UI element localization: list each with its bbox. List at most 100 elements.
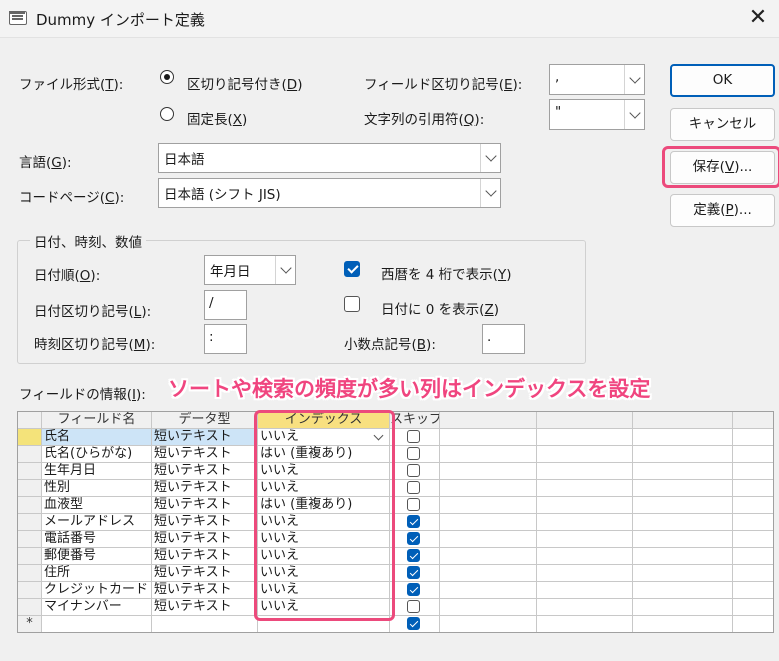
grid-cell-e4[interactable] — [733, 599, 773, 616]
grid-cell-e2[interactable] — [537, 480, 633, 497]
grid-cell-new[interactable] — [633, 616, 733, 632]
skip-checkbox[interactable] — [407, 481, 420, 494]
grid-cell-e4[interactable] — [733, 565, 773, 582]
skip-checkbox[interactable] — [407, 430, 420, 443]
grid-cell-e3[interactable] — [633, 446, 733, 463]
grid-cell-e3[interactable] — [633, 582, 733, 599]
grid-cell-type[interactable]: 短いテキスト — [152, 429, 258, 446]
grid-cell-e2[interactable] — [537, 582, 633, 599]
date-delimiter-input[interactable]: / — [204, 290, 247, 320]
grid-cell-e4[interactable] — [733, 497, 773, 514]
grid-header-e2[interactable] — [537, 412, 633, 429]
grid-cell-skip[interactable] — [390, 565, 440, 582]
grid-cell-e1[interactable] — [440, 497, 537, 514]
grid-cell-new[interactable] — [42, 616, 152, 632]
grid-cell-e3[interactable] — [633, 429, 733, 446]
grid-cell-e3[interactable] — [633, 514, 733, 531]
codepage-combo[interactable]: 日本語 (シフト JIS) — [158, 178, 501, 208]
grid-cell-name[interactable]: メールアドレス — [42, 514, 152, 531]
save-button[interactable]: 保存(V)... — [670, 151, 775, 184]
grid-cell-e2[interactable] — [537, 429, 633, 446]
fixed-width-radio[interactable] — [160, 107, 174, 121]
grid-header-e3[interactable] — [633, 412, 733, 429]
grid-cell-e2[interactable] — [537, 599, 633, 616]
text-qualifier-dropdown[interactable] — [624, 100, 644, 129]
delimited-radio[interactable] — [160, 70, 174, 84]
grid-cell-e3[interactable] — [633, 480, 733, 497]
skip-checkbox[interactable] — [407, 549, 420, 562]
grid-cell-name[interactable]: 血液型 — [42, 497, 152, 514]
skip-checkbox[interactable] — [407, 498, 420, 511]
decimal-symbol-input[interactable]: . — [482, 324, 525, 354]
grid-header-name[interactable]: フィールド名 — [42, 412, 152, 429]
fixed-width-label[interactable]: 固定長(X) — [187, 108, 247, 128]
grid-cell-skip[interactable] — [390, 531, 440, 548]
skip-checkbox[interactable] — [407, 515, 420, 528]
grid-cell-skip[interactable] — [390, 463, 440, 480]
grid-cell-name[interactable]: マイナンバー — [42, 599, 152, 616]
grid-cell-type[interactable]: 短いテキスト — [152, 582, 258, 599]
grid-cell-e4[interactable] — [733, 429, 773, 446]
grid-cell-e4[interactable] — [733, 480, 773, 497]
language-combo[interactable]: 日本語 — [158, 143, 501, 173]
skip-checkbox[interactable] — [407, 600, 420, 613]
grid-cell-new[interactable] — [152, 616, 258, 632]
codepage-dropdown[interactable] — [480, 179, 500, 207]
grid-cell-type[interactable]: 短いテキスト — [152, 463, 258, 480]
grid-cell-type[interactable]: 短いテキスト — [152, 446, 258, 463]
grid-cell-type[interactable]: 短いテキスト — [152, 514, 258, 531]
date-order-combo[interactable]: 年月日 — [204, 255, 296, 285]
grid-header-skip[interactable]: スキップ — [390, 412, 440, 429]
grid-cell-e1[interactable] — [440, 548, 537, 565]
skip-checkbox[interactable] — [407, 464, 420, 477]
field-info-grid[interactable]: フィールド名 データ型 インデックス スキップ 氏名 短いテキスト いいえ 氏名(ひらがな) 短… — [17, 411, 774, 633]
grid-cell-e1[interactable] — [440, 446, 537, 463]
grid-cell-e4[interactable] — [733, 582, 773, 599]
grid-cell-e3[interactable] — [633, 599, 733, 616]
grid-cell-type[interactable]: 短いテキスト — [152, 565, 258, 582]
grid-cell-skip[interactable] — [390, 582, 440, 599]
grid-cell-e2[interactable] — [537, 565, 633, 582]
grid-cell-name[interactable]: 電話番号 — [42, 531, 152, 548]
grid-cell-skip[interactable] — [390, 446, 440, 463]
grid-cell-type[interactable]: 短いテキスト — [152, 548, 258, 565]
grid-cell-name[interactable]: クレジットカード — [42, 582, 152, 599]
grid-cell-name[interactable]: 性別 — [42, 480, 152, 497]
four-digit-year-checkbox[interactable] — [344, 261, 360, 277]
grid-header-e4[interactable] — [733, 412, 773, 429]
skip-checkbox[interactable] — [407, 447, 420, 460]
grid-header-e1[interactable] — [440, 412, 537, 429]
grid-cell-e3[interactable] — [633, 463, 733, 480]
grid-cell-e3[interactable] — [633, 531, 733, 548]
grid-cell-name[interactable]: 氏名(ひらがな) — [42, 446, 152, 463]
text-qualifier-combo[interactable]: " — [549, 99, 645, 130]
grid-cell-e4[interactable] — [733, 446, 773, 463]
grid-cell-e2[interactable] — [537, 514, 633, 531]
grid-cell-type[interactable]: 短いテキスト — [152, 599, 258, 616]
grid-cell-skip[interactable] — [390, 497, 440, 514]
grid-cell-e1[interactable] — [440, 565, 537, 582]
grid-cell-e3[interactable] — [633, 565, 733, 582]
grid-cell-new[interactable] — [537, 616, 633, 632]
grid-cell-e3[interactable] — [633, 497, 733, 514]
skip-checkbox[interactable] — [407, 566, 420, 579]
grid-cell-e1[interactable] — [440, 599, 537, 616]
grid-cell-e1[interactable] — [440, 514, 537, 531]
grid-cell-e4[interactable] — [733, 514, 773, 531]
leading-zero-checkbox[interactable] — [344, 296, 360, 312]
grid-cell-e2[interactable] — [537, 463, 633, 480]
grid-cell-name[interactable]: 郵便番号 — [42, 548, 152, 565]
grid-cell-e2[interactable] — [537, 446, 633, 463]
grid-cell-name[interactable]: 生年月日 — [42, 463, 152, 480]
grid-cell-e3[interactable] — [633, 548, 733, 565]
date-order-dropdown[interactable] — [275, 256, 295, 284]
grid-cell-e2[interactable] — [537, 548, 633, 565]
spec-button[interactable]: 定義(P)... — [670, 194, 775, 227]
grid-cell-skip[interactable] — [390, 429, 440, 446]
grid-cell-skip[interactable] — [390, 548, 440, 565]
grid-cell-type[interactable]: 短いテキスト — [152, 497, 258, 514]
field-delimiter-combo[interactable]: , — [549, 64, 645, 95]
grid-cell-new[interactable] — [733, 616, 773, 632]
grid-cell-name[interactable]: 住所 — [42, 565, 152, 582]
grid-cell-e4[interactable] — [733, 548, 773, 565]
